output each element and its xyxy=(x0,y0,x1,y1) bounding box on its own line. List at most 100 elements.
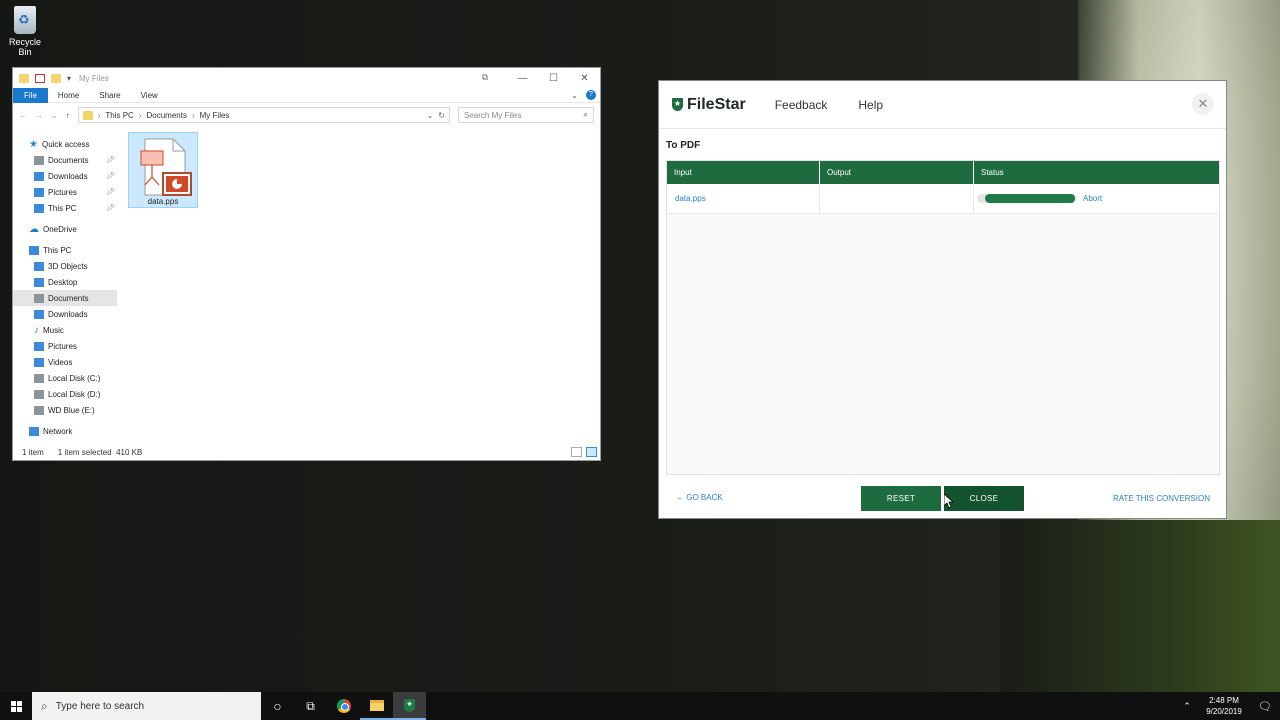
folder-icon xyxy=(19,73,29,83)
desktop-icon xyxy=(34,277,44,287)
up-arrow-icon[interactable]: ↑ xyxy=(66,111,70,120)
back-arrow-icon[interactable]: ← xyxy=(19,111,27,120)
recent-locations-icon[interactable]: ⌄ xyxy=(51,111,58,120)
nav-videos[interactable]: Videos xyxy=(13,354,117,370)
nav-downloads[interactable]: Downloads xyxy=(13,306,117,322)
recycle-bin-shortcut[interactable]: Recycle Bin xyxy=(2,4,48,57)
large-icons-view-icon[interactable] xyxy=(586,447,597,457)
customize-qa-icon[interactable]: ▾ xyxy=(67,74,71,83)
selection-info: 1 item selected 410 KB xyxy=(57,447,143,457)
arrow-left-icon: ← xyxy=(676,493,684,502)
column-status: Status xyxy=(981,168,1004,177)
help-icon[interactable]: ? xyxy=(586,90,596,100)
address-dropdown-icon[interactable]: ⌄ xyxy=(427,111,434,120)
chrome-taskbar-button[interactable] xyxy=(327,692,360,720)
show-hidden-icons-icon[interactable]: ⌃ xyxy=(1176,701,1198,712)
rate-conversion-link[interactable]: RATE THIS CONVERSION xyxy=(1113,494,1210,503)
nav-quick-pictures[interactable]: Pictures 📌︎ xyxy=(13,184,117,200)
breadcrumb-this-pc[interactable]: This PC xyxy=(105,111,133,120)
ribbon-tabs: File Home Share View ⌄ ? xyxy=(13,87,600,103)
nav-3d-objects[interactable]: 3D Objects xyxy=(13,258,117,274)
file-explorer-taskbar-button[interactable] xyxy=(360,692,393,720)
file-list-area[interactable]: data.pps xyxy=(117,128,600,444)
tab-view[interactable]: View xyxy=(131,91,168,100)
details-view-icon[interactable] xyxy=(571,447,582,457)
section-title: To PDF xyxy=(666,140,701,151)
filestar-icon: ★ xyxy=(404,698,415,712)
tablet-mode-icon[interactable]: ⧉ xyxy=(482,72,488,83)
nav-quick-this-pc[interactable]: This PC 📌︎ xyxy=(13,200,117,216)
column-input: Input xyxy=(667,161,820,184)
properties-icon[interactable] xyxy=(35,73,45,83)
minimize-button[interactable]: — xyxy=(507,68,538,88)
file-explorer-window[interactable]: ▾ My Files — ☐ ✕ ⧉ File Home Share View … xyxy=(12,67,601,461)
filestar-logo[interactable]: ★ FileStar xyxy=(672,96,746,114)
nav-this-pc[interactable]: This PC xyxy=(13,242,117,258)
breadcrumb-my-files[interactable]: My Files xyxy=(200,111,230,120)
clock[interactable]: 2:48 PM 9/20/2019 xyxy=(1198,695,1250,717)
nav-pictures[interactable]: Pictures xyxy=(13,338,117,354)
nav-network[interactable]: Network xyxy=(13,423,117,439)
file-name: data.pps xyxy=(147,197,179,206)
explorer-titlebar[interactable]: ▾ My Files — ☐ ✕ ⧉ xyxy=(13,68,600,88)
breadcrumb-documents[interactable]: Documents xyxy=(147,111,187,120)
new-folder-icon[interactable] xyxy=(51,73,61,83)
nav-onedrive[interactable]: ☁ OneDrive xyxy=(13,221,117,237)
close-icon[interactable]: ✕ xyxy=(1192,93,1214,115)
status-cell: Abort xyxy=(974,184,1219,213)
clock-time: 2:48 PM xyxy=(1209,696,1239,705)
nav-local-disk-d[interactable]: Local Disk (D:) xyxy=(13,386,117,402)
tab-share[interactable]: Share xyxy=(89,91,130,100)
nav-quick-access[interactable]: ★ Quick access xyxy=(13,136,117,152)
file-item[interactable]: data.pps xyxy=(128,132,198,208)
nav-quick-documents[interactable]: Documents 📌︎ xyxy=(13,152,117,168)
help-link[interactable]: Help xyxy=(858,98,883,112)
documents-icon xyxy=(34,293,44,303)
nav-wd-blue-e[interactable]: WD Blue (E:) xyxy=(13,402,117,418)
system-tray: ⌃ 2:48 PM 9/20/2019 🗨︎ xyxy=(1176,692,1280,720)
search-placeholder: Search My Files xyxy=(464,110,522,120)
cortana-button[interactable]: ○ xyxy=(261,692,294,720)
cube-icon xyxy=(34,261,44,271)
expand-ribbon-icon[interactable]: ⌄ xyxy=(571,91,578,100)
status-bar: 1 item 1 item selected 410 KB xyxy=(13,444,600,460)
file-explorer-icon xyxy=(369,699,384,711)
refresh-icon[interactable]: ↻ xyxy=(438,111,445,120)
tab-file[interactable]: File xyxy=(13,87,48,103)
maximize-button[interactable]: ☐ xyxy=(538,68,569,88)
close-button[interactable]: ✕ xyxy=(569,68,600,88)
search-input[interactable]: Search My Files ⌕ xyxy=(458,107,594,123)
nav-desktop[interactable]: Desktop xyxy=(13,274,117,290)
start-button[interactable] xyxy=(0,692,32,720)
pin-icon: 📌︎ xyxy=(106,205,115,212)
abort-link[interactable]: Abort xyxy=(1083,194,1102,203)
task-view-button[interactable]: ⧉ xyxy=(294,692,327,720)
filestar-window[interactable]: ★ FileStar Feedback Help ✕ To PDF Input … xyxy=(658,80,1227,519)
network-icon xyxy=(29,426,39,436)
filestar-taskbar-button[interactable]: ★ xyxy=(393,692,426,720)
tab-home[interactable]: Home xyxy=(48,91,89,100)
downloads-icon xyxy=(34,309,44,319)
progress-fill xyxy=(985,194,1076,203)
taskbar-search[interactable]: ⌕ Type here to search xyxy=(32,692,261,720)
nav-music[interactable]: ♪ Music xyxy=(13,322,117,338)
videos-icon xyxy=(34,357,44,367)
nav-quick-downloads[interactable]: Downloads 📌︎ xyxy=(13,168,117,184)
address-row: ← → ⌄ ↑ › This PC › Documents › My Files… xyxy=(13,103,600,127)
nav-documents[interactable]: Documents xyxy=(13,290,117,306)
notifications-icon[interactable]: 🗨︎ xyxy=(1250,700,1280,713)
music-icon: ♪ xyxy=(34,324,39,336)
pictures-icon xyxy=(34,341,44,351)
cloud-icon: ☁ xyxy=(29,223,39,235)
reset-button[interactable]: RESET xyxy=(861,486,941,511)
go-back-link[interactable]: ← GO BACK xyxy=(676,493,723,502)
filestar-header: ★ FileStar Feedback Help xyxy=(659,81,1226,129)
table-row: data.pps Abort xyxy=(667,184,1219,214)
input-file-link[interactable]: data.pps xyxy=(667,184,820,213)
feedback-link[interactable]: Feedback xyxy=(775,98,828,112)
pin-icon: 📌︎ xyxy=(106,189,115,196)
address-bar[interactable]: › This PC › Documents › My Files ⌄ ↻ xyxy=(77,107,450,123)
close-button[interactable]: CLOSE xyxy=(944,486,1024,511)
forward-arrow-icon[interactable]: → xyxy=(35,111,43,120)
nav-local-disk-c[interactable]: Local Disk (C:) xyxy=(13,370,117,386)
